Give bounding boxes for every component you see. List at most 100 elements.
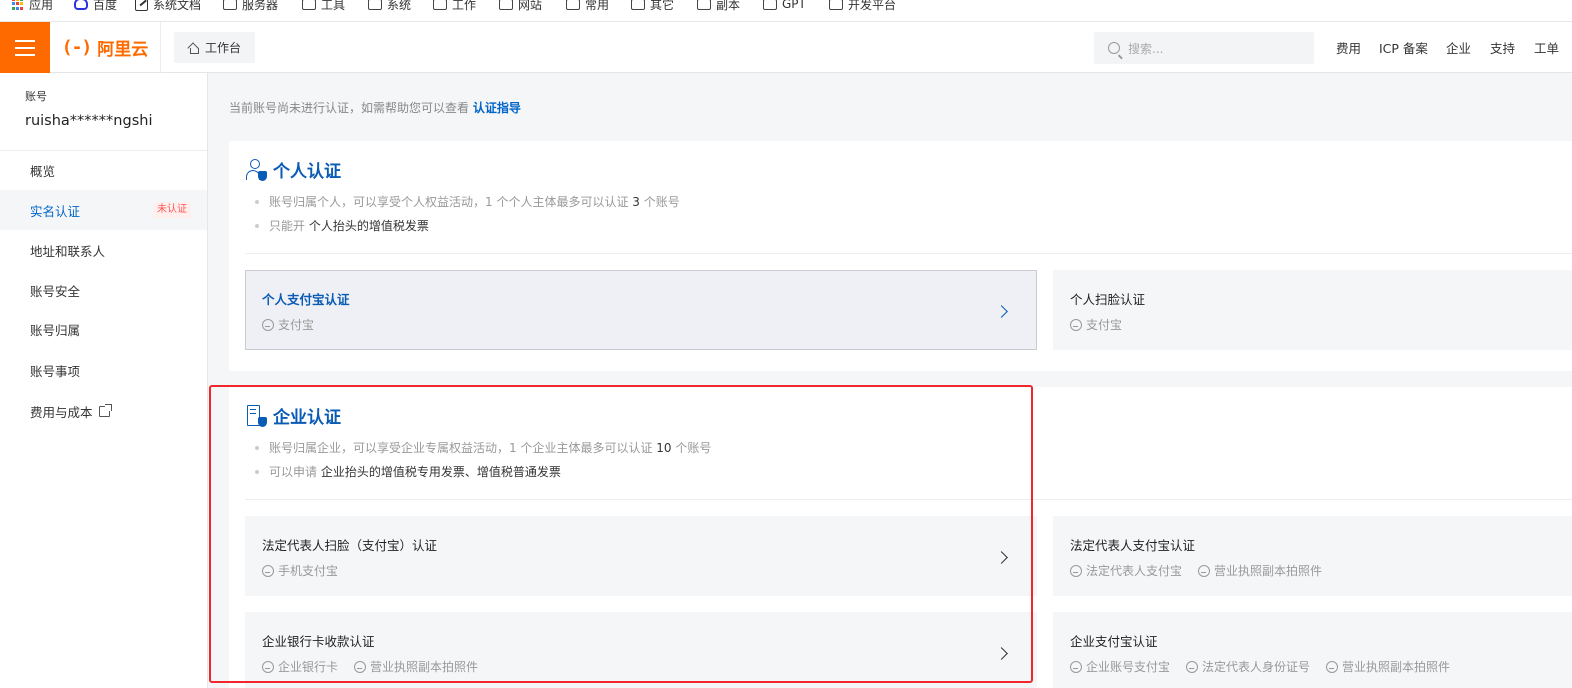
search-input[interactable]: 搜索... [1094,32,1314,64]
card-title: 企业银行卡收款认证 [262,634,375,649]
folder-icon [433,0,447,10]
bank-card-verification-card[interactable]: 企业银行卡收款认证 企业银行卡 营业执照副本拍照件 [245,612,1037,688]
bookmark-label: GPT [782,0,806,11]
sidebar-item-security[interactable]: 账号安全 [0,270,207,310]
bookmark-label: 其它 [650,0,675,12]
alipay-icon [1070,564,1082,577]
search-placeholder: 搜索... [1128,41,1164,56]
bookmark-docs[interactable]: 系统文档 [135,0,201,14]
sidebar-item-address[interactable]: 地址和联系人 [0,230,207,270]
bullet-item: 账号归属企业，可以享受企业专属权益活动，1 个企业主体最多可以认证 10 个账号 [255,436,711,460]
nav-fees[interactable]: 费用 [1336,22,1361,73]
account-label: 账号 [25,90,47,103]
bookmark-label: 工具 [321,0,346,12]
card-title: 个人扫脸认证 [1070,292,1146,307]
nav-icp[interactable]: ICP 备案 [1379,22,1428,73]
guide-link[interactable]: 认证指导 [473,101,521,115]
enterprise-alipay-card[interactable]: 企业支付宝认证 企业账号支付宝 法定代表人身份证号 营业执照副本拍照件 [1053,612,1572,688]
sidebar-item-label: 地址和联系人 [30,243,106,259]
alipay-icon [1070,660,1082,673]
bookmark-label: 服务器 [242,0,279,12]
bookmark-label: 工作 [452,0,477,12]
nav-enterprise[interactable]: 企业 [1446,22,1471,73]
card-title: 法定代表人扫脸（支付宝）认证 [262,538,438,553]
card-title: 企业支付宝认证 [1070,634,1158,649]
section-title-text: 个人认证 [273,162,341,182]
folder-icon [566,0,580,10]
workbench-button[interactable]: 工作台 [174,32,255,63]
legal-rep-face-card[interactable]: 法定代表人扫脸（支付宝）认证 手机支付宝 [245,516,1037,596]
sidebar-item-label: 账号归属 [30,322,81,338]
sidebar-item-real-name[interactable]: 实名认证 未认证 [0,190,207,230]
card-requirements: 企业账号支付宝 法定代表人身份证号 营业执照副本拍照件 [1070,658,1450,675]
folder-icon [763,0,777,10]
section-divider [245,499,1572,500]
bullet-item: 只能开 个人抬头的增值税发票 [255,214,680,238]
bookmark-label: 系统 [387,0,412,12]
sidebar-item-matters[interactable]: 账号事项 [0,350,207,390]
bookmark-label: 副本 [716,0,741,12]
top-header: (-) 阿里云 工作台 搜索... 费用 ICP 备案 企业 支持 工单 [0,22,1572,73]
bullet-item: 账号归属个人，可以享受个人权益活动，1 个个人主体最多可以认证 3 个账号 [255,190,680,214]
bookmark-folder[interactable]: 工作 [433,0,476,14]
license-photo-icon [1326,660,1339,673]
license-photo-icon [1198,564,1211,577]
folder-icon [631,0,645,10]
legal-rep-alipay-card[interactable]: 法定代表人支付宝认证 法定代表人支付宝 营业执照副本拍照件 [1053,516,1572,596]
bookmark-folder[interactable]: 服务器 [223,0,278,14]
bookmark-folder[interactable]: 网站 [499,0,542,14]
bookmark-folder[interactable]: 系统 [368,0,411,14]
doc-icon [135,0,148,11]
card-requirements: 手机支付宝 [262,562,338,579]
personal-alipay-card[interactable]: 个人支付宝认证 支付宝 [245,270,1037,350]
bookmark-label: 网站 [518,0,543,12]
baidu-icon [74,0,88,10]
status-badge: 未认证 [153,202,191,218]
section-divider [245,253,1572,254]
person-shield-icon [245,158,267,181]
nav-ticket[interactable]: 工单 [1534,22,1559,73]
card-requirements: 法定代表人支付宝 营业执照副本拍照件 [1070,562,1322,579]
bookmark-folder[interactable]: GPT [763,0,806,14]
alipay-icon [262,564,274,577]
sidebar-item-label: 费用与成本 [30,404,93,420]
sidebar-item-overview[interactable]: 概览 [0,150,207,190]
card-requirements: 企业银行卡 营业执照副本拍照件 [262,658,478,675]
bullet-item: 可以申请 企业抬头的增值税专用发票、增值税普通发票 [255,460,711,484]
personal-face-card[interactable]: 个人扫脸认证 支付宝 [1053,270,1572,350]
bookmark-baidu[interactable]: 百度 [74,0,117,14]
bank-card-icon [262,660,274,673]
nav-support[interactable]: 支持 [1490,22,1515,73]
folder-icon [223,0,237,10]
license-photo-icon [354,660,367,673]
external-link-icon [98,403,112,417]
folder-icon [368,0,382,10]
folder-icon [697,0,711,10]
hamburger-menu-button[interactable] [0,22,50,73]
bookmark-folder[interactable]: 常用 [566,0,609,14]
card-requirements: 支付宝 [262,316,314,333]
bookmark-label: 开发平台 [848,0,897,12]
notice-text: 当前账号尚未进行认证，如需帮助您可以查看 [229,101,470,115]
bookmark-label: 常用 [585,0,610,12]
alipay-icon [262,318,274,331]
aliyun-logo[interactable]: (-) 阿里云 [50,22,161,73]
bookmark-folder[interactable]: 副本 [697,0,740,14]
bookmark-apps[interactable]: 应用 [12,0,53,14]
id-card-icon [1186,660,1199,673]
bookmark-folder[interactable]: 工具 [302,0,345,14]
bookmark-folder[interactable]: 其它 [631,0,674,14]
apps-icon [12,0,24,10]
section-bullets: 账号归属个人，可以享受个人权益活动，1 个个人主体最多可以认证 3 个账号 只能… [255,190,680,238]
section-title: 企业认证 [245,403,341,428]
bookmarks-bar: 应用 百度 系统文档 服务器 工具 系统 工作 网站 常用 其它 副本 GPT … [0,0,1572,22]
sidebar-item-label: 概览 [30,163,56,179]
face-scan-icon [1070,318,1082,331]
sidebar-item-ownership[interactable]: 账号归属 [0,309,207,349]
folder-icon [829,0,843,10]
sidebar-item-cost[interactable]: 费用与成本 [0,391,207,431]
bookmark-folder[interactable]: 开发平台 [829,0,896,14]
section-title-text: 企业认证 [273,408,341,428]
bookmark-label: 系统文档 [153,0,202,12]
card-title: 法定代表人支付宝认证 [1070,538,1196,553]
